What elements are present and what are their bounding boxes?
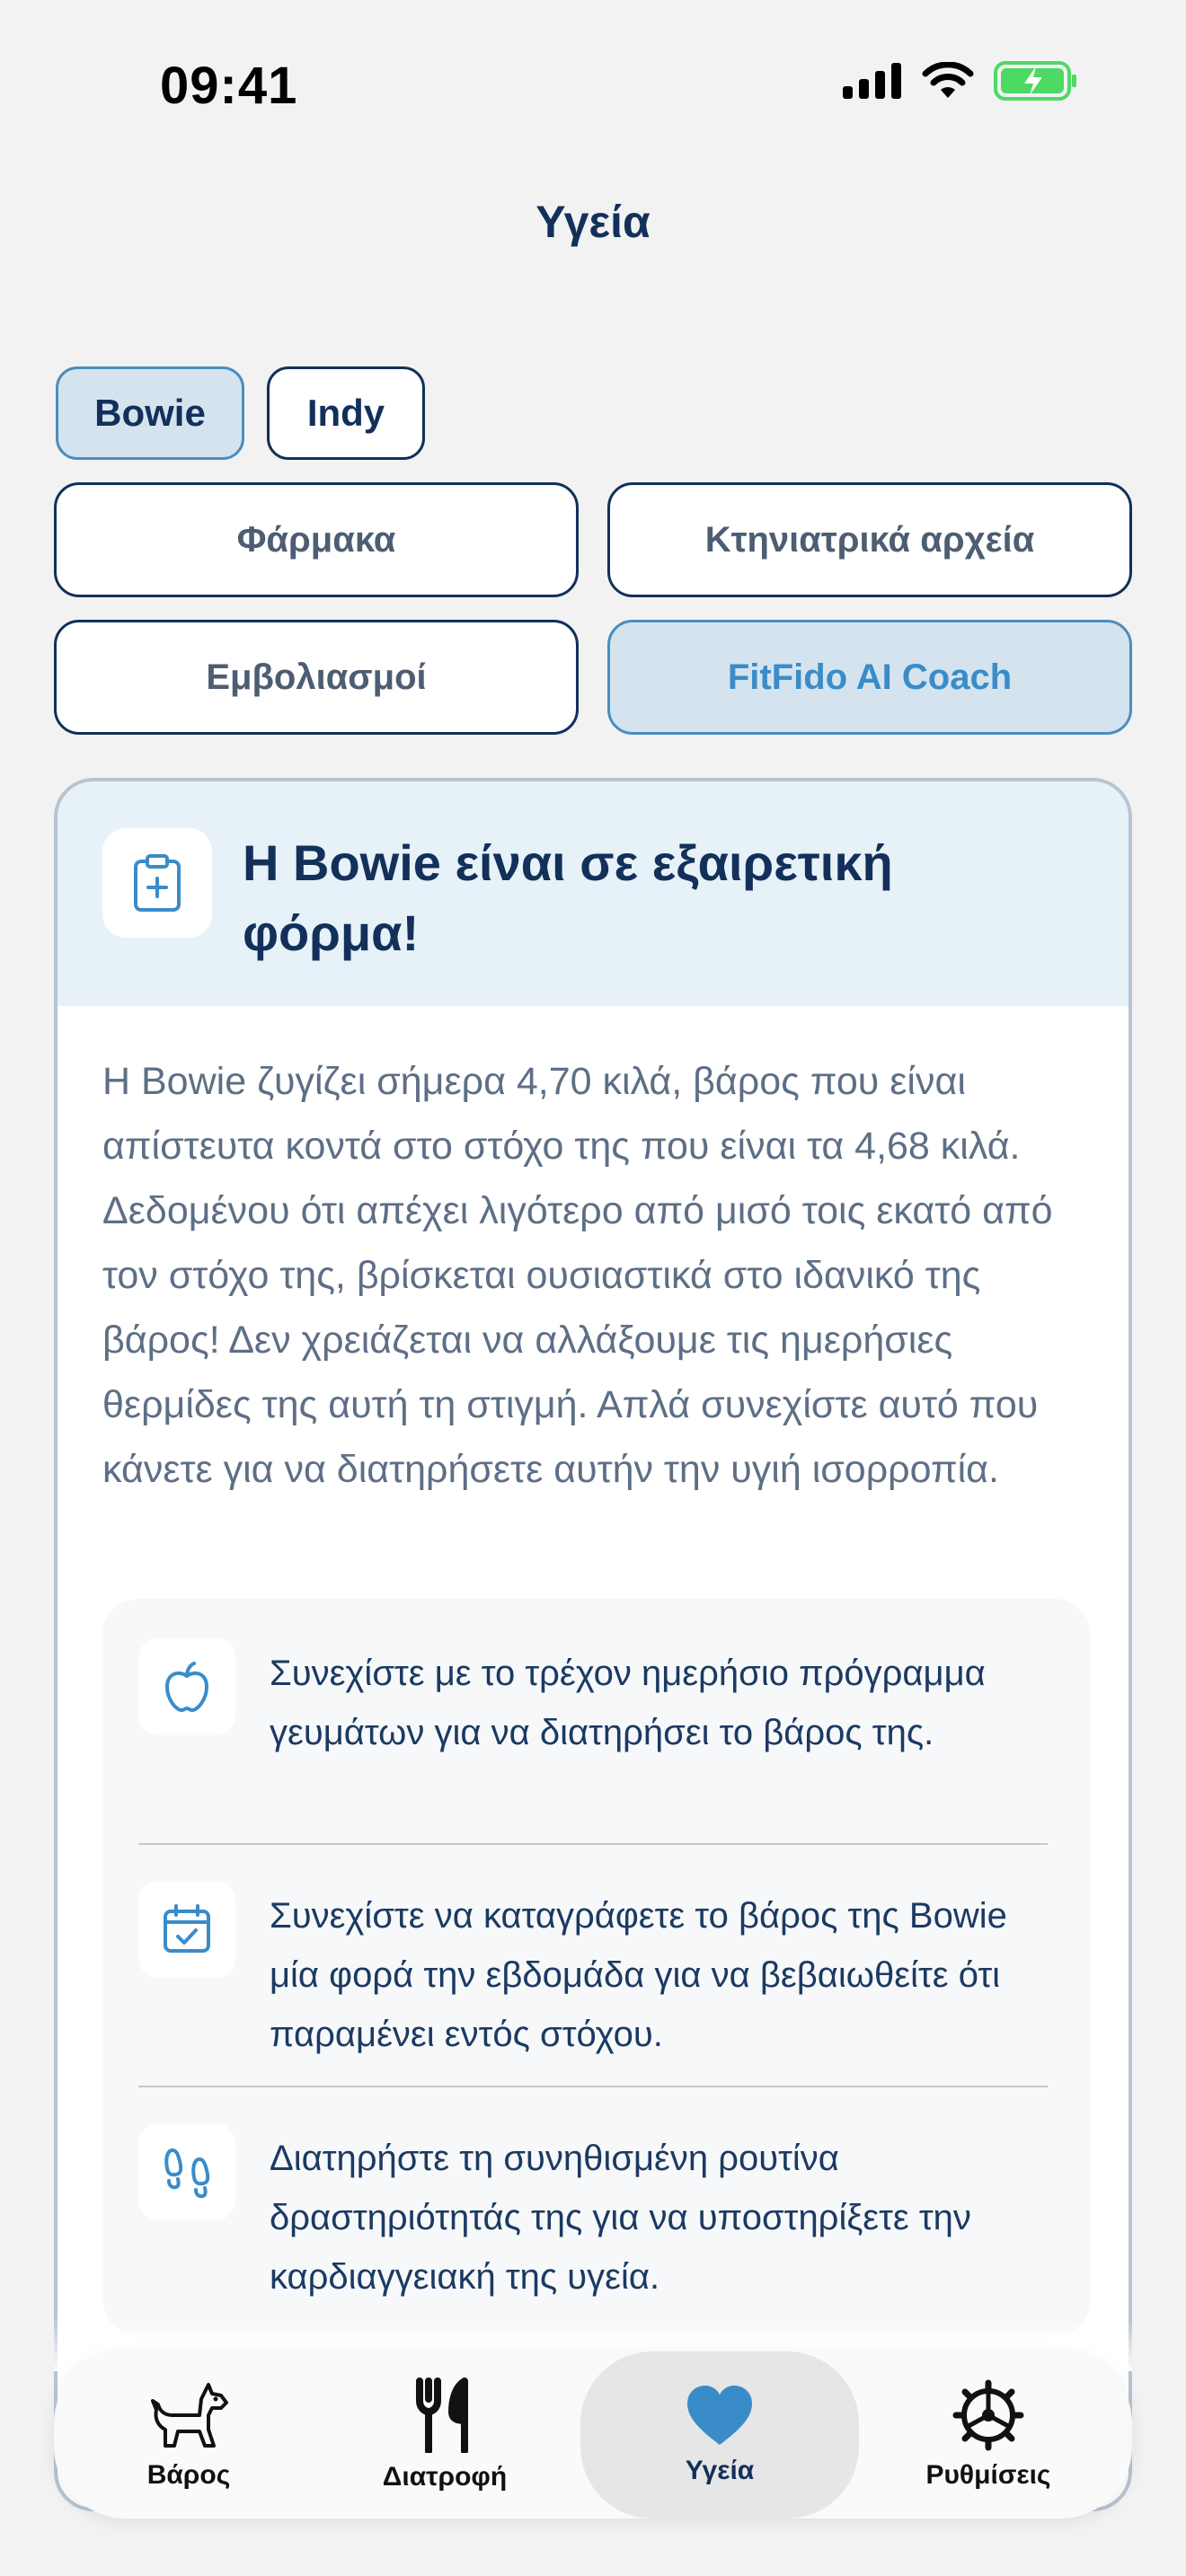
gear-icon [952,2379,1024,2451]
nav-label: Ρυθμίσεις [925,2460,1051,2490]
apple-icon [138,1638,235,1735]
coach-card-header: Η Bowie είναι σε εξαιρετική φόρμα! [58,781,1128,1006]
footprints-icon [138,2123,235,2220]
wifi-icon [922,62,974,98]
tip-divider [138,2086,1048,2087]
dog-icon [151,2383,228,2448]
clipboard-plus-icon [102,828,212,938]
coach-card-title: Η Bowie είναι σε εξαιρετική φόρμα! [243,834,893,961]
battery-icon [994,61,1076,101]
pet-chip-bowie[interactable]: Bowie [56,366,244,460]
tip-divider [138,1843,1048,1845]
nav-label: Βάρος [146,2460,231,2490]
page-title: Υγεία [535,197,651,247]
fork-knife-icon [416,2378,468,2453]
nav-label: Διατροφή [382,2462,508,2492]
tab-vaccinations[interactable]: Εμβολιασμοί [54,620,579,735]
tab-vet-records[interactable]: Κτηνιατρικά αρχεία [607,482,1132,597]
nav-nutrition[interactable]: Διατροφή [341,2351,548,2519]
nav-settings[interactable]: Ρυθμίσεις [881,2351,1096,2519]
nav-weight[interactable]: Βάρος [90,2351,288,2519]
coach-card: Η Bowie είναι σε εξαιρετική φόρμα! Η Bow… [54,778,1132,2511]
tab-medications[interactable]: Φάρμακα [54,482,579,597]
bottom-nav: Βάρος Διατροφή Υγεία Ρυθμίσεις [54,2351,1132,2519]
nav-label: Υγεία [685,2456,755,2485]
heart-icon [687,2386,752,2445]
nav-health[interactable]: Υγεία [580,2351,859,2519]
status-time: 09:41 [160,57,298,115]
signal-icon [843,63,901,99]
tip-text: Συνεχίστε να καταγράφετε το βάρος της Bo… [270,1896,1007,2054]
tip-text: Διατηρήστε τη συνηθισμένη ρουτίνα δραστη… [270,2139,971,2297]
calendar-check-icon [138,1881,235,1978]
coach-summary: Η Bowie ζυγίζει σήμερα 4,70 κιλά, βάρος … [102,1060,1053,1491]
status-icons [843,61,1078,101]
tip-text: Συνεχίστε με το τρέχον ημερήσιο πρόγραμμ… [270,1654,986,1752]
pet-chip-indy[interactable]: Indy [267,366,425,460]
tab-ai-coach[interactable]: FitFido AI Coach [607,620,1132,735]
tips-list: Συνεχίστε με το τρέχον ημερήσιο πρόγραμμ… [102,1599,1091,2335]
